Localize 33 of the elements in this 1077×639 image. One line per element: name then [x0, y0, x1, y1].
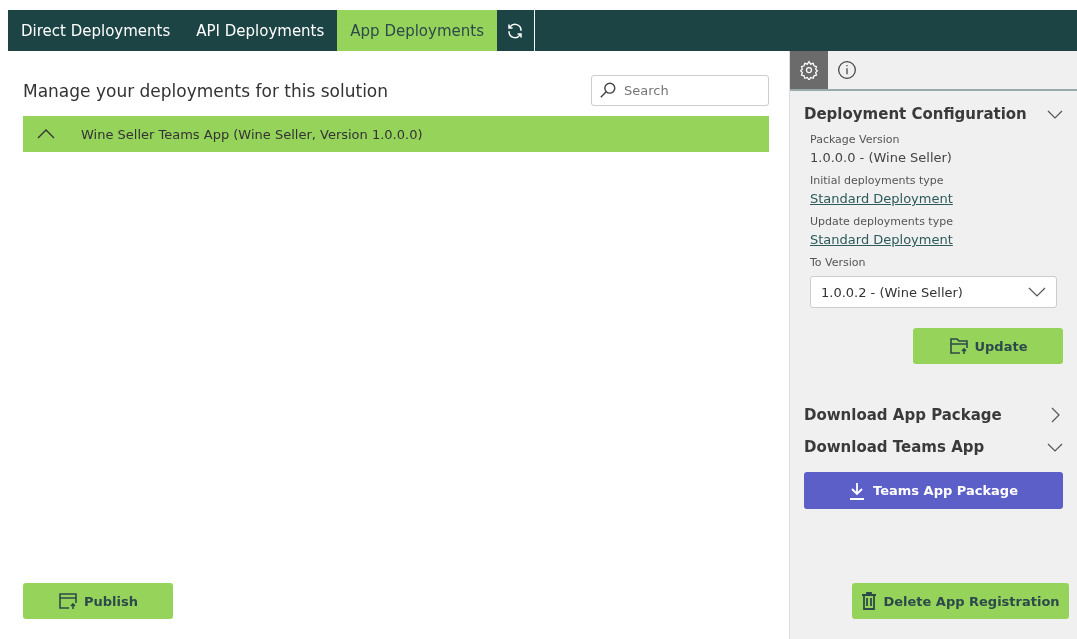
tab[interactable]: API Deployments [183, 10, 338, 51]
settings-icon [799, 60, 819, 80]
delete-button[interactable]: Delete App Registration [852, 583, 1069, 619]
version-dropdown[interactable]: 1.0.0.2 - (Wine Seller) [810, 276, 1057, 308]
field-value: 1.0.0.0 - (Wine Seller) [810, 150, 953, 165]
info-icon [837, 60, 857, 80]
deployment-row[interactable]: Wine Seller Teams App (Wine Seller, Version 1.0.0.0) [23, 116, 769, 152]
folder-icon [948, 337, 969, 355]
section-header[interactable]: Download Teams App [804, 438, 1063, 456]
refresh-icon [506, 21, 525, 40]
field-label: To Version [810, 256, 867, 269]
page-heading: Manage your deployments for this solution [23, 80, 389, 101]
download-button[interactable]: Teams App Package [804, 472, 1063, 509]
section-title: Download Teams App [804, 438, 985, 456]
update-button[interactable]: Update [913, 328, 1063, 364]
section-header[interactable]: Download App Package [804, 406, 1063, 424]
section-title: Download App Package [804, 406, 1002, 424]
chevron-down-icon [1028, 287, 1046, 297]
trash-icon [861, 592, 878, 610]
field-label: Update deployments type [810, 215, 954, 228]
settings-tab[interactable] [790, 51, 828, 89]
tab[interactable]: Direct Deployments [8, 10, 184, 51]
download-icon [849, 481, 866, 500]
field-label: Package Version [810, 133, 901, 146]
field-link[interactable]: Standard Deployment [810, 191, 953, 206]
field-label: Initial deployments type [810, 174, 945, 187]
publish-button[interactable]: Publish [23, 583, 173, 619]
publish-icon [58, 592, 78, 610]
deployment-label: Wine Seller Teams App (Wine Seller, Version 1.0.0.0) [81, 126, 423, 142]
tab[interactable]: App Deployments [337, 10, 497, 51]
search-icon [599, 81, 617, 99]
field-link[interactable]: Standard Deployment [810, 232, 953, 247]
search-field[interactable]: Search [591, 75, 769, 106]
